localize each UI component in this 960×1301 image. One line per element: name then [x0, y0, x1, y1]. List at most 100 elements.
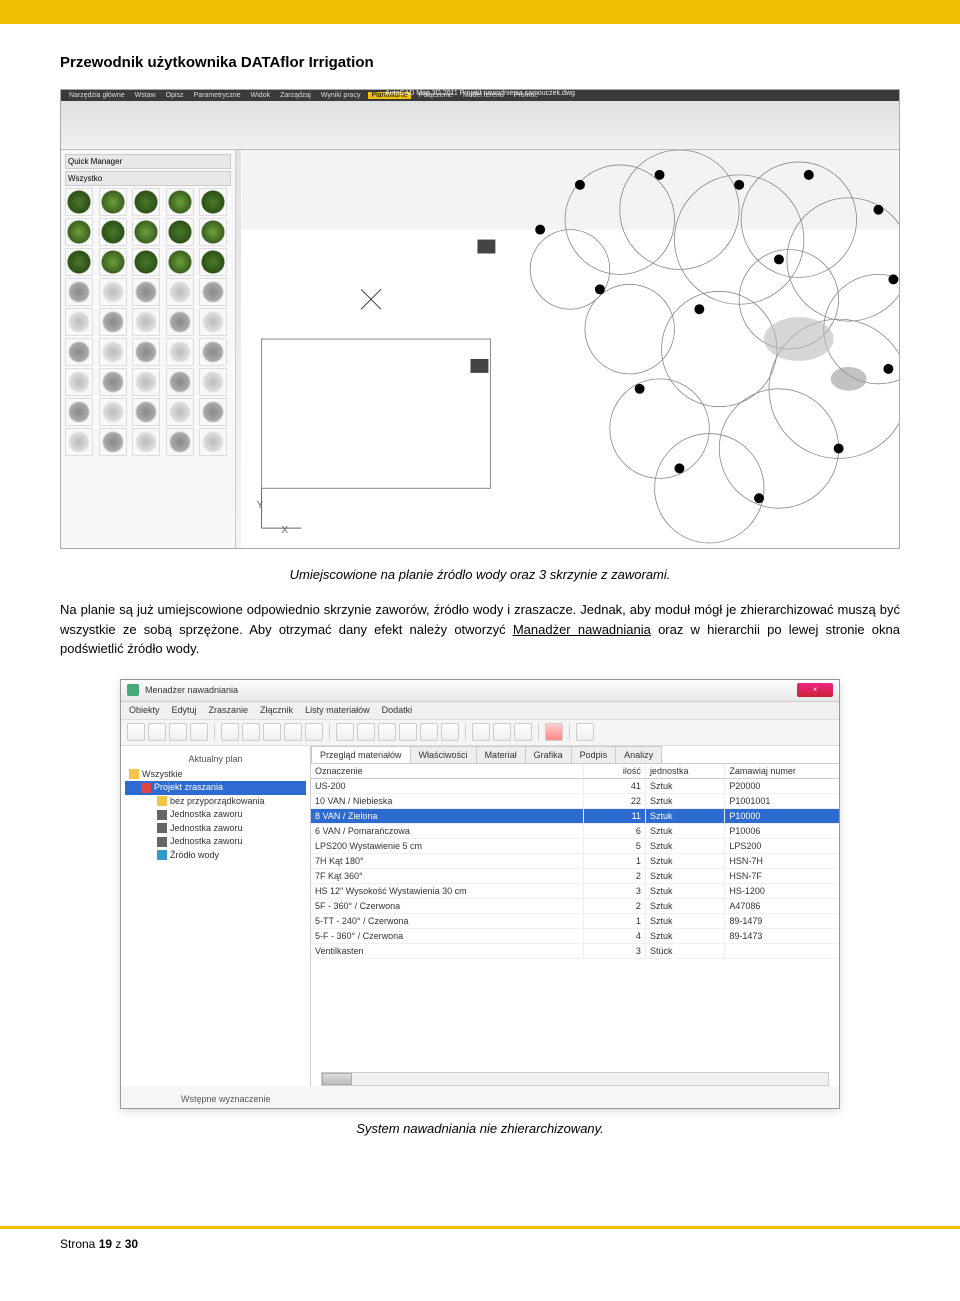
table-row[interactable]: 5F - 360° / Czerwona2SztukA47086 [311, 899, 839, 914]
col-designation[interactable]: Oznaczenie [311, 764, 584, 778]
table-row[interactable]: 7H Kąt 180°1SztukHSN-7H [311, 854, 839, 869]
symbol-shrub-icon[interactable] [65, 308, 93, 336]
symbol-shrub-icon[interactable] [199, 368, 227, 396]
symbol-shrub-icon[interactable] [166, 368, 194, 396]
symbol-shrub-icon[interactable] [199, 338, 227, 366]
symbol-shrub-icon[interactable] [166, 338, 194, 366]
table-row[interactable]: 8 VAN / Zielona11SztukP10000 [311, 809, 839, 824]
symbol-shrub-icon[interactable] [65, 278, 93, 306]
table-row[interactable]: Ventilkasten3Stück [311, 944, 839, 959]
toolbar-button[interactable] [242, 723, 260, 741]
tree-node[interactable]: Jednostka zaworu [125, 822, 306, 836]
menu-item[interactable]: Złącznik [260, 705, 293, 715]
horizontal-scrollbar[interactable] [321, 1072, 829, 1086]
toolbar-button[interactable] [399, 723, 417, 741]
symbol-shrub-icon[interactable] [199, 278, 227, 306]
table-row[interactable]: 7F Kąt 360°2SztukHSN-7F [311, 869, 839, 884]
symbol-shrub-icon[interactable] [199, 308, 227, 336]
tab-signature[interactable]: Podpis [571, 746, 617, 763]
toolbar-button[interactable] [357, 723, 375, 741]
col-unit[interactable]: jednostka [646, 764, 725, 778]
menu-item[interactable]: Obiekty [129, 705, 160, 715]
symbol-tree-icon[interactable] [166, 248, 194, 276]
symbol-shrub-icon[interactable] [132, 368, 160, 396]
tab-materials-overview[interactable]: Przegląd materiałów [311, 746, 411, 763]
toolbar-button[interactable] [576, 723, 594, 741]
symbol-shrub-icon[interactable] [99, 278, 127, 306]
symbol-shrub-icon[interactable] [199, 428, 227, 456]
symbol-tree-icon[interactable] [99, 218, 127, 246]
symbol-tree-icon[interactable] [199, 248, 227, 276]
symbol-tree-icon[interactable] [132, 188, 160, 216]
menu-item[interactable]: Listy materiałów [305, 705, 370, 715]
toolbar-button[interactable] [420, 723, 438, 741]
toolbar-button[interactable] [263, 723, 281, 741]
symbol-shrub-icon[interactable] [166, 278, 194, 306]
symbol-tree-icon[interactable] [132, 218, 160, 246]
symbol-shrub-icon[interactable] [99, 308, 127, 336]
palette-filter[interactable]: Wszystko [65, 171, 231, 186]
tab-properties[interactable]: Właściwości [410, 746, 477, 763]
toolbar-button[interactable] [336, 723, 354, 741]
symbol-shrub-icon[interactable] [199, 398, 227, 426]
symbol-tree-icon[interactable] [99, 248, 127, 276]
symbol-tree-icon[interactable] [166, 188, 194, 216]
delete-button[interactable] [545, 723, 563, 741]
symbol-shrub-icon[interactable] [132, 428, 160, 456]
toolbar-button[interactable] [378, 723, 396, 741]
toolbar-button[interactable] [190, 723, 208, 741]
symbol-tree-icon[interactable] [99, 188, 127, 216]
symbol-shrub-icon[interactable] [99, 428, 127, 456]
menu-item[interactable]: Dodatki [382, 705, 413, 715]
symbol-shrub-icon[interactable] [166, 398, 194, 426]
col-order-number[interactable]: Zamawiaj numer [725, 764, 839, 778]
table-row[interactable]: 10 VAN / Niebieska22SztukP1001001 [311, 794, 839, 809]
table-row[interactable]: 5-F - 360° / Czerwona4Sztuk89-1473 [311, 929, 839, 944]
tab-analyses[interactable]: Analizy [615, 746, 662, 763]
toolbar-button[interactable] [169, 723, 187, 741]
symbol-shrub-icon[interactable] [65, 428, 93, 456]
tree-node[interactable]: Źródło wody [125, 849, 306, 863]
symbol-tree-icon[interactable] [132, 248, 160, 276]
symbol-shrub-icon[interactable] [166, 308, 194, 336]
symbol-shrub-icon[interactable] [132, 278, 160, 306]
toolbar-button[interactable] [148, 723, 166, 741]
menu-item[interactable]: Zraszanie [209, 705, 249, 715]
toolbar-button[interactable] [305, 723, 323, 741]
tree-node[interactable]: Projekt zraszania [125, 781, 306, 795]
toolbar-button[interactable] [493, 723, 511, 741]
toolbar-button[interactable] [514, 723, 532, 741]
table-row[interactable]: US-20041SztukP20000 [311, 779, 839, 794]
table-row[interactable]: LPS200 Wystawienie 5 cm5SztukLPS200 [311, 839, 839, 854]
symbol-shrub-icon[interactable] [132, 308, 160, 336]
symbol-tree-icon[interactable] [199, 218, 227, 246]
tree-node[interactable]: Jednostka zaworu [125, 835, 306, 849]
symbol-shrub-icon[interactable] [65, 338, 93, 366]
symbol-tree-icon[interactable] [65, 188, 93, 216]
tree-node[interactable]: Jednostka zaworu [125, 808, 306, 822]
symbol-shrub-icon[interactable] [166, 428, 194, 456]
table-row[interactable]: 6 VAN / Pomarańczowa6SztukP10006 [311, 824, 839, 839]
toolbar-button[interactable] [127, 723, 145, 741]
toolbar-button[interactable] [441, 723, 459, 741]
tab-graphics[interactable]: Grafika [525, 746, 572, 763]
symbol-shrub-icon[interactable] [65, 398, 93, 426]
col-quantity[interactable]: ilość [584, 764, 646, 778]
toolbar-button[interactable] [472, 723, 490, 741]
tree-node[interactable]: Wszystkie [125, 768, 306, 782]
drawing-canvas[interactable]: Y X [241, 150, 899, 548]
symbol-shrub-icon[interactable] [132, 398, 160, 426]
symbol-shrub-icon[interactable] [99, 338, 127, 366]
close-button[interactable]: × [797, 683, 833, 697]
tab-material[interactable]: Materiał [476, 746, 526, 763]
symbol-tree-icon[interactable] [65, 218, 93, 246]
symbol-shrub-icon[interactable] [65, 368, 93, 396]
toolbar-button[interactable] [221, 723, 239, 741]
symbol-shrub-icon[interactable] [132, 338, 160, 366]
table-row[interactable]: HS 12" Wysokość Wystawienia 30 cm3SztukH… [311, 884, 839, 899]
menu-item[interactable]: Edytuj [172, 705, 197, 715]
symbol-shrub-icon[interactable] [99, 398, 127, 426]
scrollbar-thumb[interactable] [322, 1073, 352, 1085]
table-row[interactable]: 5-TT - 240° / Czerwona1Sztuk89-1479 [311, 914, 839, 929]
symbol-shrub-icon[interactable] [99, 368, 127, 396]
